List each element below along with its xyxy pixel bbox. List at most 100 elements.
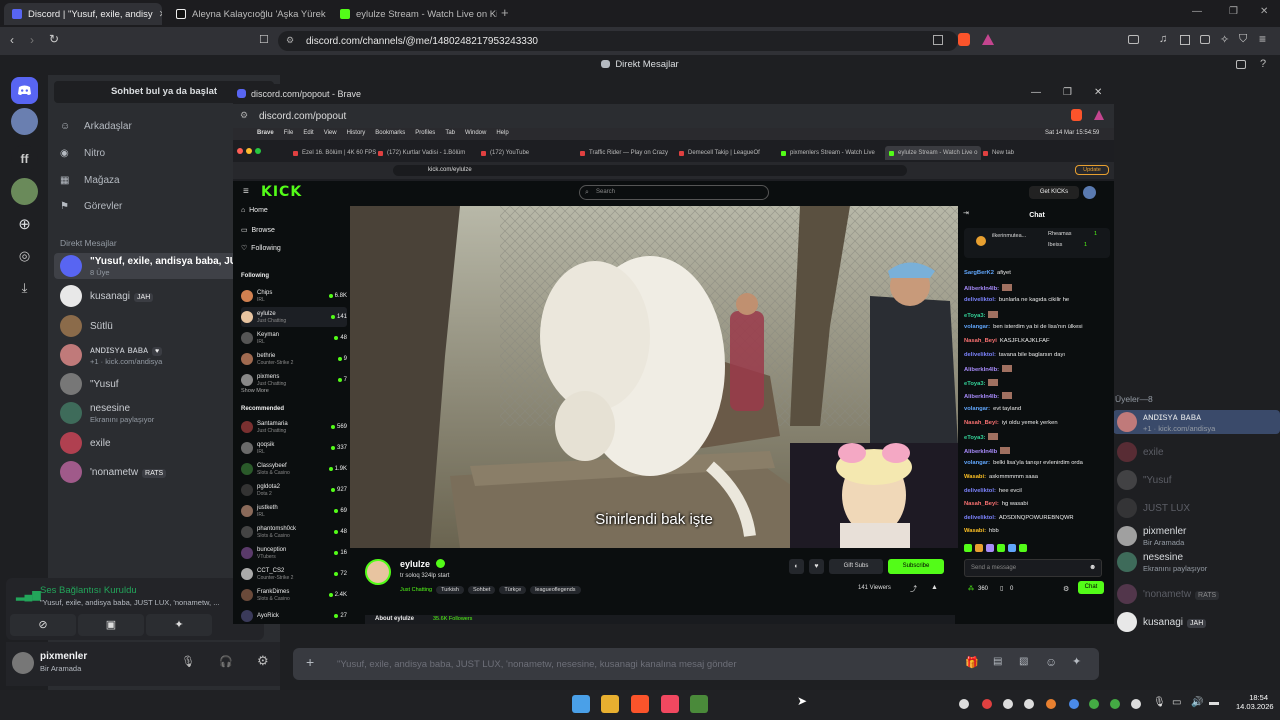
mac-browser-tab[interactable]: (172) Kurtlar Vadisi - 1.Bölüm — [378, 146, 465, 160]
chat-username[interactable]: Wasabi: — [964, 474, 986, 480]
gift-icon[interactable]: 🎁 — [965, 656, 979, 669]
mac-browser-tab[interactable]: Demecell Takip | LeagueOf — [679, 146, 760, 160]
kick-channel-item[interactable]: AyoRick 27 — [241, 606, 347, 626]
music-app-icon[interactable] — [661, 695, 679, 713]
clock[interactable]: 18:54 14.03.2026 — [1236, 693, 1274, 711]
discover-icon[interactable]: ◎ — [11, 242, 38, 269]
kick-channel-item[interactable]: CCT_CS2 Counter-Strike 2 72 — [241, 564, 347, 584]
browser-tab-discord[interactable]: Discord | "Yusuf, exile, andisy ✕ — [4, 3, 162, 25]
headphones-icon[interactable]: 🎧 — [219, 655, 233, 668]
discord-home-icon[interactable] — [11, 77, 38, 104]
member-item[interactable]: ᴀɴᴅɪsʏᴀ ʙᴀʙᴀ +1 · kick.com/andisya — [1113, 410, 1280, 434]
kick-nav-home[interactable]: ⌂ Home — [241, 207, 268, 214]
kick-channel-item[interactable]: eylulze Just Chatting 141 — [241, 307, 347, 327]
tag[interactable]: leagueoflegends — [530, 586, 581, 594]
mac-menu-item[interactable]: Help — [496, 130, 508, 136]
browser-tab-aleyna[interactable]: Aleyna Kalaycıoğlu 'Aşka Yürek Gerek' — [168, 3, 326, 25]
chat-username[interactable]: eToya3: — [964, 381, 985, 387]
mac-menu-item[interactable]: Tab — [445, 130, 455, 136]
chat-username[interactable]: deliveliktol: — [964, 352, 996, 358]
download-icon[interactable]: ⤓ — [11, 274, 38, 301]
chat-username[interactable]: deliveliktol: — [964, 515, 996, 521]
leo-ai-icon[interactable]: ✧ — [1220, 33, 1229, 46]
message-input[interactable]: + "Yusuf, exile, andisya baba, JUST LUX,… — [293, 648, 1099, 680]
tray-icon[interactable] — [1069, 699, 1079, 709]
site-settings-icon[interactable]: ⚙ — [286, 35, 294, 46]
member-item[interactable]: "Yusuf — [1113, 468, 1280, 492]
settings-gear-icon[interactable]: ⚙ — [257, 653, 269, 669]
chat-username[interactable]: volangar: — [964, 406, 990, 412]
mac-browser-tab[interactable]: eylulze Stream - Watch Live o — [885, 146, 982, 160]
mac-browser-tab[interactable]: Ezel 16. Bölüm | 4K 60 FPS - — [293, 146, 380, 160]
kick-channel-item[interactable]: Chips IRL 6.8K — [241, 286, 347, 306]
streamer-avatar[interactable] — [365, 559, 391, 585]
kick-nav-following[interactable]: ♡ Following — [241, 244, 281, 252]
member-item[interactable]: 'nonametw RATS — [1113, 582, 1280, 606]
mac-url-bar[interactable]: kick.com/eylulze — [393, 165, 907, 176]
inbox-icon[interactable] — [1236, 60, 1246, 69]
emote-icon[interactable] — [964, 544, 972, 552]
popout-maximize-button[interactable]: ❐ — [1063, 87, 1072, 98]
kick-channel-item[interactable]: phantomsh0ck Slots & Casino 48 — [241, 522, 347, 542]
mac-menu-item[interactable]: File — [284, 130, 294, 136]
kick-channel-item[interactable]: bunception VTubers 16 — [241, 543, 347, 563]
mac-menu-item[interactable]: Profiles — [415, 130, 435, 136]
site-info-icon[interactable]: ⚙ — [240, 110, 248, 121]
add-server-icon[interactable]: ⊕ — [11, 210, 38, 237]
chat-username[interactable]: Nasah_Beyi: — [964, 501, 999, 507]
emote-icon[interactable] — [997, 544, 1005, 552]
user-avatar[interactable] — [12, 652, 34, 674]
share-icon[interactable] — [933, 35, 943, 45]
chat-username[interactable]: deliveliktol: — [964, 297, 996, 303]
follow-heart-icon[interactable]: ♥ — [809, 559, 824, 574]
server-avatar-2[interactable] — [11, 178, 38, 205]
emoji-picker-icon[interactable]: ☻ — [1089, 560, 1096, 576]
battery-icon[interactable]: ▬ — [1209, 697, 1219, 708]
tray-icon[interactable] — [1003, 699, 1013, 709]
kick-channel-item[interactable]: pixmens Just Chatting 7 — [241, 370, 347, 390]
minimize-button[interactable]: — — [1192, 6, 1202, 17]
brave-taskbar-icon[interactable] — [631, 695, 649, 713]
sticker-icon[interactable]: ▧ — [1019, 656, 1028, 667]
microphone-icon[interactable]: 🎙 — [181, 655, 195, 668]
start-menu-icon[interactable] — [572, 695, 590, 713]
new-tab-button[interactable]: + — [501, 5, 509, 20]
kick-channel-item[interactable]: Santamaria Just Chatting 569 — [241, 417, 347, 437]
microphone-tray-icon[interactable]: 🎙 — [1153, 697, 1166, 708]
extension-icon[interactable] — [1128, 35, 1139, 44]
brave-shields-icon[interactable] — [1071, 109, 1082, 121]
chat-username[interactable]: Wasabi: — [964, 528, 986, 534]
update-button[interactable]: Update — [1075, 165, 1109, 175]
chat-username[interactable]: AliberkIn4lb — [964, 449, 997, 455]
emote-icon[interactable] — [1008, 544, 1016, 552]
help-icon[interactable]: ? — [1260, 58, 1266, 70]
kick-channel-item[interactable]: qoqsik IRL 337 — [241, 438, 347, 458]
report-icon[interactable]: ▲ — [931, 584, 938, 591]
chat-username[interactable]: volangar: — [964, 460, 990, 466]
emote-icon[interactable] — [975, 544, 983, 552]
tag[interactable]: Turkish — [436, 586, 464, 594]
mac-menu-item[interactable]: Window — [465, 130, 486, 136]
member-item[interactable]: JUST LUX — [1113, 496, 1280, 520]
member-item[interactable]: kusanagi JAH — [1113, 610, 1280, 634]
screen-share-icon[interactable]: ▣ — [78, 614, 144, 636]
chat-username[interactable]: SargBerK2 — [964, 270, 994, 276]
mac-menu-item[interactable]: View — [324, 130, 337, 136]
subscribe-button[interactable]: Subscribe — [888, 559, 944, 574]
browser-tab-kick[interactable]: eylulze Stream - Watch Live on Kick — [332, 3, 497, 25]
popout-minimize-button[interactable]: — — [1031, 87, 1041, 98]
brave-shields-icon[interactable] — [958, 33, 970, 46]
chat-username[interactable]: AliberkIn4lb: — [964, 286, 999, 292]
tag[interactable]: Sohbet — [467, 586, 496, 594]
chat-settings-icon[interactable]: ⚙ — [1063, 585, 1069, 593]
maximize-button[interactable]: ❐ — [1229, 6, 1238, 17]
address-bar[interactable]: ⚙ discord.com/channels/@me/1480248217953… — [278, 31, 958, 51]
mac-menu-item[interactable]: Brave — [257, 130, 274, 136]
tray-icon[interactable] — [982, 699, 992, 709]
chat-username[interactable]: eToya3: — [964, 435, 985, 441]
share-icon[interactable]: ⤴ — [910, 584, 917, 594]
mac-browser-tab[interactable]: pixmenlers Stream - Watch Live — [781, 146, 875, 160]
profile-avatar[interactable] — [1083, 186, 1096, 199]
server-ff-icon[interactable]: ff — [11, 145, 38, 172]
tray-icon[interactable] — [1131, 699, 1141, 709]
